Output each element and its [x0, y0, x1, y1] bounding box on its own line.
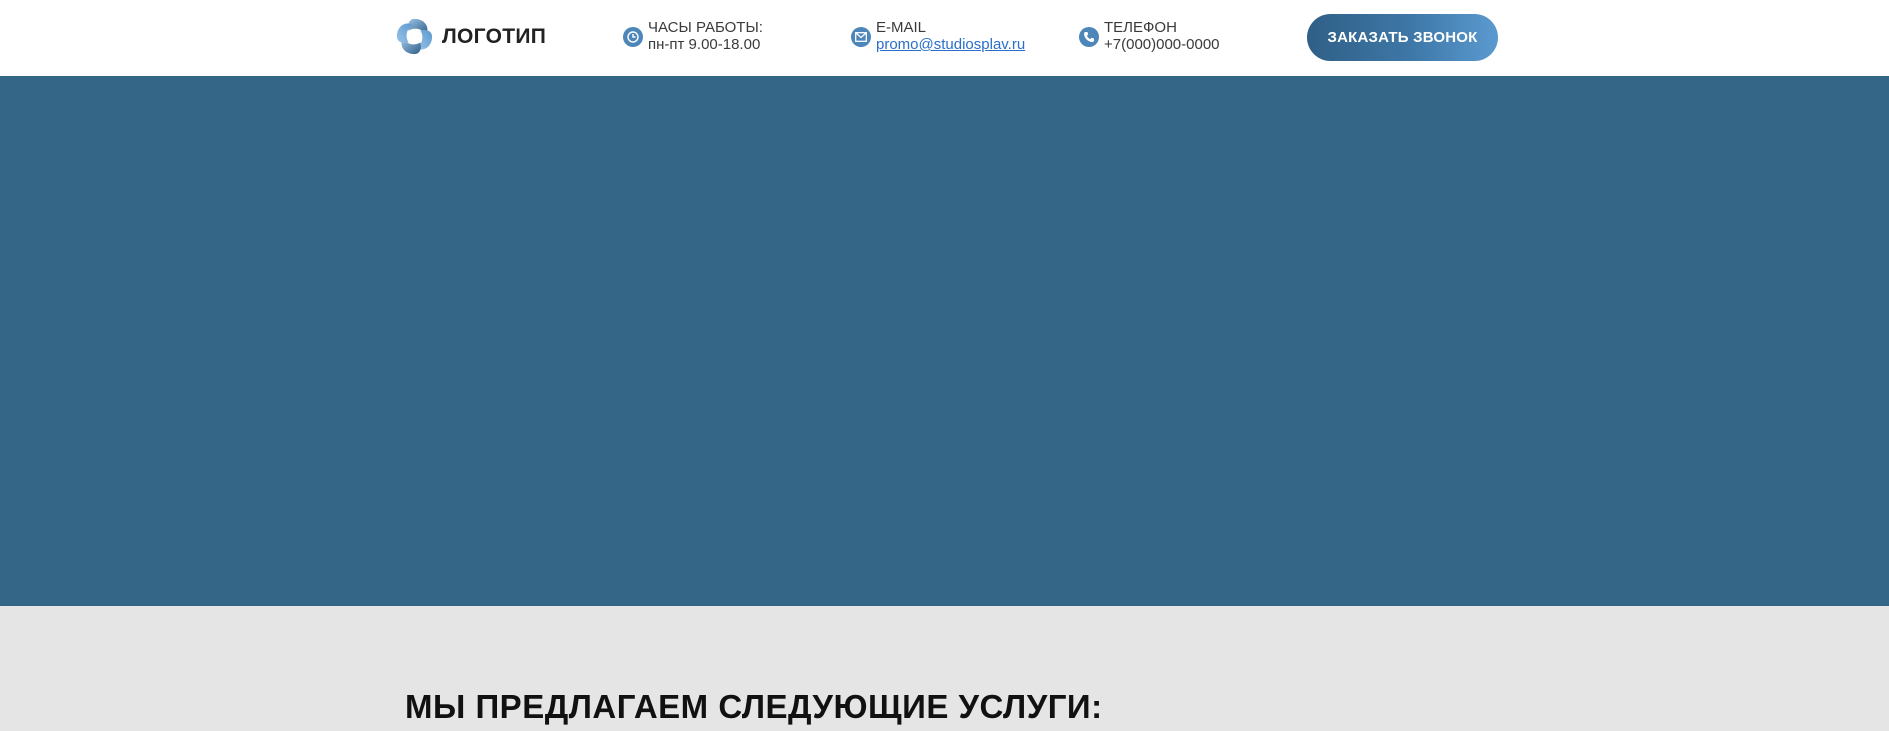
logo-swirl-icon — [396, 18, 433, 55]
work-hours: ЧАСЫ РАБОТЫ: пн-пт 9.00-18.00 — [623, 19, 763, 53]
services-section: МЫ ПРЕДЛАГАЕМ СЛЕДУЮЩИЕ УСЛУГИ: — [0, 606, 1889, 731]
email-link[interactable]: promo@studiosplav.ru — [876, 36, 1025, 53]
services-heading: МЫ ПРЕДЛАГАЕМ СЛЕДУЮЩИЕ УСЛУГИ: — [405, 688, 1103, 725]
order-call-button[interactable]: ЗАКАЗАТЬ ЗВОНОК — [1307, 14, 1498, 61]
email-label: E-MAIL — [876, 19, 927, 36]
phone-contact: ТЕЛЕФОН +7(000)000-0000 — [1079, 19, 1220, 53]
phone-icon — [1079, 27, 1099, 47]
phone-label: ТЕЛЕФОН — [1104, 19, 1177, 36]
hero-banner — [0, 76, 1889, 606]
work-hours-label: ЧАСЫ РАБОТЫ: — [648, 19, 763, 36]
email-contact: E-MAIL promo@studiosplav.ru — [851, 19, 1025, 53]
site-header: ЛОГОТИП ЧАСЫ РАБОТЫ: пн-пт 9.00-18.00 E-… — [0, 0, 1889, 76]
logo-text: ЛОГОТИП — [442, 24, 547, 48]
work-hours-value: пн-пт 9.00-18.00 — [648, 36, 761, 53]
logo[interactable]: ЛОГОТИП — [393, 15, 546, 58]
phone-number[interactable]: +7(000)000-0000 — [1104, 36, 1220, 53]
envelope-icon — [851, 27, 871, 47]
clock-icon — [623, 27, 643, 47]
